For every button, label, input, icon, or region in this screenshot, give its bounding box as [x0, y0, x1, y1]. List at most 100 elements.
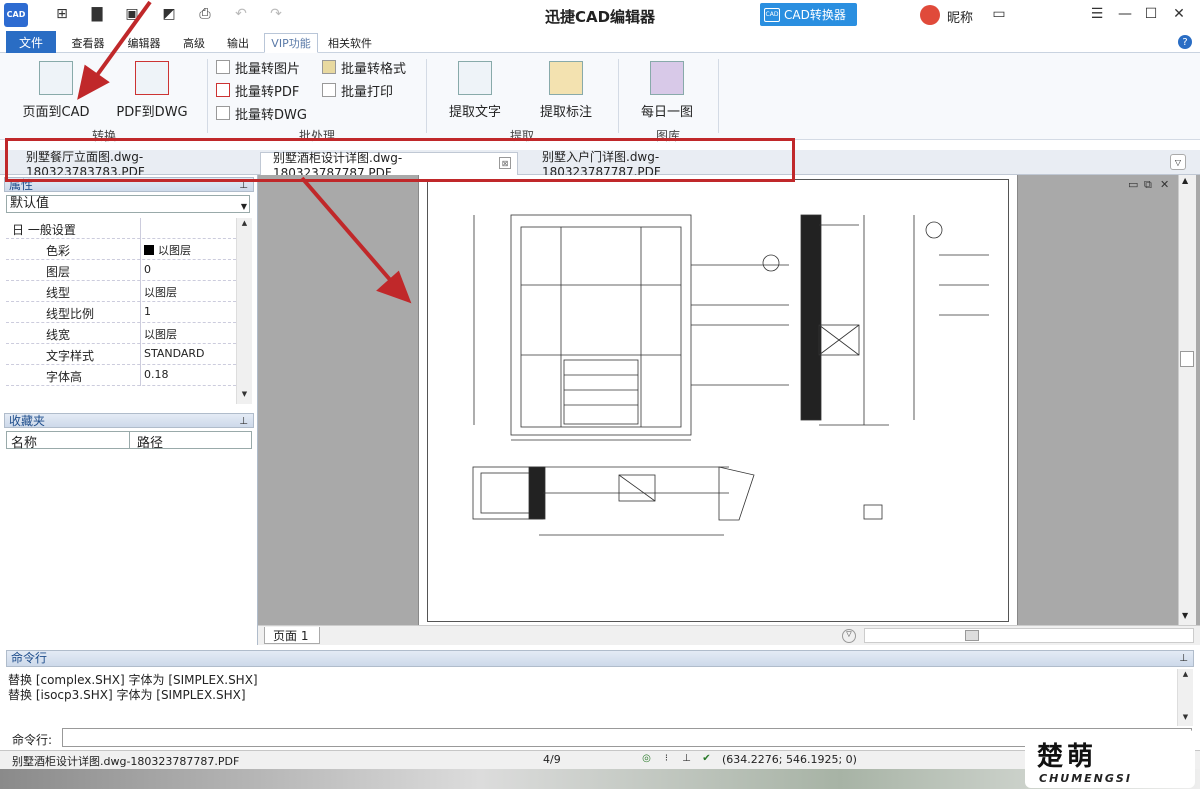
command-log-scrollbar[interactable]: ▲ ▼ — [1177, 669, 1193, 726]
doc-minimize-icon[interactable]: ▭ — [1128, 178, 1138, 191]
properties-combo-value: 默认值 — [10, 196, 50, 211]
drawing-canvas[interactable] — [258, 175, 1200, 625]
doc-tab[interactable]: 别墅入户门详图.dwg-180323787787.PDF — [530, 150, 770, 179]
batch-to-image-button[interactable]: 批量转图片 — [216, 57, 300, 77]
close-tab-icon[interactable]: ⊠ — [499, 157, 511, 169]
tab-editor[interactable]: 编辑器 — [120, 33, 168, 53]
skin-icon[interactable]: ▭ — [988, 4, 1010, 24]
pin-icon[interactable]: ⊥ — [1179, 651, 1188, 666]
column-path[interactable]: 路径 — [137, 432, 163, 451]
batch-to-dwg-label: 批量转DWG — [235, 107, 307, 123]
doc-close-icon[interactable]: ✕ — [1160, 178, 1169, 191]
cabinet-inner — [520, 226, 682, 428]
scroll-up-icon[interactable]: ▲ — [1182, 176, 1188, 185]
scroll-down-icon[interactable]: ▼ — [1180, 713, 1191, 724]
left-panel: 属性 ⊥ 默认值 ▼ 日 一般设置 色彩 以图层 图层 0 线型 以图层 线型比例 1 线宽… — [0, 175, 258, 645]
page-to-cad-button[interactable]: 页面到CAD — [18, 61, 94, 120]
cabinet-outline — [510, 214, 692, 436]
command-input[interactable] — [62, 728, 1192, 747]
grid-divider — [140, 260, 141, 281]
new-file-icon[interactable]: ⊞ — [53, 5, 71, 23]
pdf-icon — [216, 83, 230, 97]
property-category[interactable]: 日 一般设置 — [6, 218, 236, 239]
page-tab[interactable]: 页面 1 — [264, 627, 320, 644]
ortho-icon[interactable]: ⊥ — [680, 753, 693, 766]
snap-icon[interactable]: ◎ — [640, 753, 653, 766]
batch-to-pdf-button[interactable]: 批量转PDF — [216, 80, 299, 100]
properties-scrollbar[interactable]: ▲ ▼ — [236, 218, 252, 404]
tab-vip[interactable]: VIP功能 — [264, 33, 318, 53]
save-icon[interactable]: ▣ — [123, 5, 141, 23]
scroll-down-icon[interactable]: ▼ — [239, 390, 250, 401]
cad-converter-button[interactable]: CAD CAD转换器 — [760, 3, 857, 26]
image-icon — [216, 60, 230, 74]
undo-icon[interactable]: ↶ — [232, 5, 250, 23]
cad-icon: CAD — [764, 7, 780, 22]
daily-drawing-label: 每日一图 — [640, 105, 693, 120]
format-icon — [322, 60, 336, 74]
canvas-vertical-scrollbar[interactable]: ▲ ▼ — [1178, 175, 1196, 625]
status-bar: 别墅酒柜设计详图.dwg-180323787787.PDF 4/9 ◎ ⁝ ⊥ … — [0, 750, 1200, 769]
doc-tab[interactable]: 别墅餐厅立面图.dwg-180323783783.PDF — [14, 150, 260, 179]
property-row[interactable]: 文字样式 STANDARD — [6, 344, 236, 365]
open-folder-icon[interactable]: ▇ — [88, 5, 106, 23]
export-pdf-icon[interactable]: ◩ — [160, 5, 178, 23]
property-row[interactable]: 线宽 以图层 — [6, 323, 236, 344]
redo-icon[interactable]: ↷ — [267, 5, 285, 23]
tab-output[interactable]: 输出 — [220, 33, 256, 53]
doc-tab-active[interactable]: 别墅酒柜设计详图.dwg-180323787787.PDF ⊠ — [260, 151, 518, 180]
batch-print-button[interactable]: 批量打印 — [322, 80, 393, 100]
tabs-dropdown-icon[interactable]: ▽ — [1170, 154, 1186, 170]
maximize-button[interactable]: ☐ — [1140, 4, 1162, 24]
scroll-up-icon[interactable]: ▲ — [239, 219, 250, 230]
title-bar: CAD ⊞ ▇ ▣ ◩ ⎙ ↶ ↷ 迅捷CAD编辑器 CAD CAD转换器 昵称 … — [0, 0, 1200, 30]
batch-to-format-button[interactable]: 批量转格式 — [322, 57, 406, 77]
cad-converter-label: CAD转换器 — [784, 8, 846, 22]
property-row[interactable]: 图层 0 — [6, 260, 236, 281]
batch-print-label: 批量打印 — [341, 84, 394, 100]
properties-combo[interactable]: 默认值 ▼ — [6, 195, 250, 213]
tab-viewer[interactable]: 查看器 — [64, 33, 112, 53]
scroll-thumb[interactable] — [965, 630, 979, 641]
menu-icon[interactable]: ☰ — [1086, 4, 1108, 24]
horizontal-scrollbar[interactable] — [864, 628, 1194, 643]
property-row[interactable]: 线型比例 1 — [6, 302, 236, 323]
column-divider — [129, 432, 130, 449]
grid-icon[interactable]: ⁝ — [660, 753, 673, 766]
print-icon[interactable]: ⎙ — [196, 5, 214, 23]
extract-text-button[interactable]: 提取文字 — [440, 61, 510, 120]
tab-related-software[interactable]: 相关软件 — [322, 33, 378, 53]
chevron-down-icon[interactable]: ▽ — [842, 629, 856, 643]
close-button[interactable]: ✕ — [1168, 4, 1190, 24]
column-name[interactable]: 名称 — [11, 432, 37, 451]
tab-file[interactable]: 文件 — [6, 31, 56, 53]
daily-drawing-button[interactable]: 每日一图 — [632, 61, 702, 120]
dwg-icon — [216, 106, 230, 120]
property-row[interactable]: 字体高 0.18 — [6, 365, 236, 386]
property-row[interactable]: 线型 以图层 — [6, 281, 236, 302]
batch-to-pdf-label: 批量转PDF — [235, 84, 300, 100]
scroll-down-icon[interactable]: ▼ — [1182, 611, 1188, 620]
pin-icon[interactable]: ⊥ — [239, 178, 248, 193]
daily-drawing-icon — [650, 61, 684, 95]
command-input-label: 命令行: — [12, 733, 53, 747]
pdf-to-dwg-button[interactable]: PDF到DWG — [112, 61, 192, 120]
scroll-up-icon[interactable]: ▲ — [1180, 670, 1191, 681]
property-row[interactable]: 色彩 以图层 — [6, 239, 236, 260]
ribbon-separator — [426, 59, 427, 133]
property-key: 文字样式 — [46, 349, 95, 363]
scroll-thumb[interactable] — [1180, 351, 1194, 367]
tab-advanced[interactable]: 高级 — [176, 33, 212, 53]
user-nickname[interactable]: 昵称 — [947, 7, 973, 26]
grid-divider — [140, 218, 141, 239]
minimize-button[interactable]: — — [1114, 4, 1136, 24]
pin-icon[interactable]: ⊥ — [239, 414, 248, 429]
page-to-cad-icon — [39, 61, 73, 95]
help-icon[interactable]: ? — [1178, 35, 1192, 49]
avatar[interactable] — [920, 5, 940, 25]
app-logo: CAD — [4, 3, 28, 27]
extract-annotation-button[interactable]: 提取标注 — [530, 61, 602, 120]
doc-restore-icon[interactable]: ⧉ — [1144, 178, 1152, 192]
osnap-icon[interactable]: ✔ — [700, 753, 713, 766]
batch-to-dwg-button[interactable]: 批量转DWG — [216, 103, 307, 123]
